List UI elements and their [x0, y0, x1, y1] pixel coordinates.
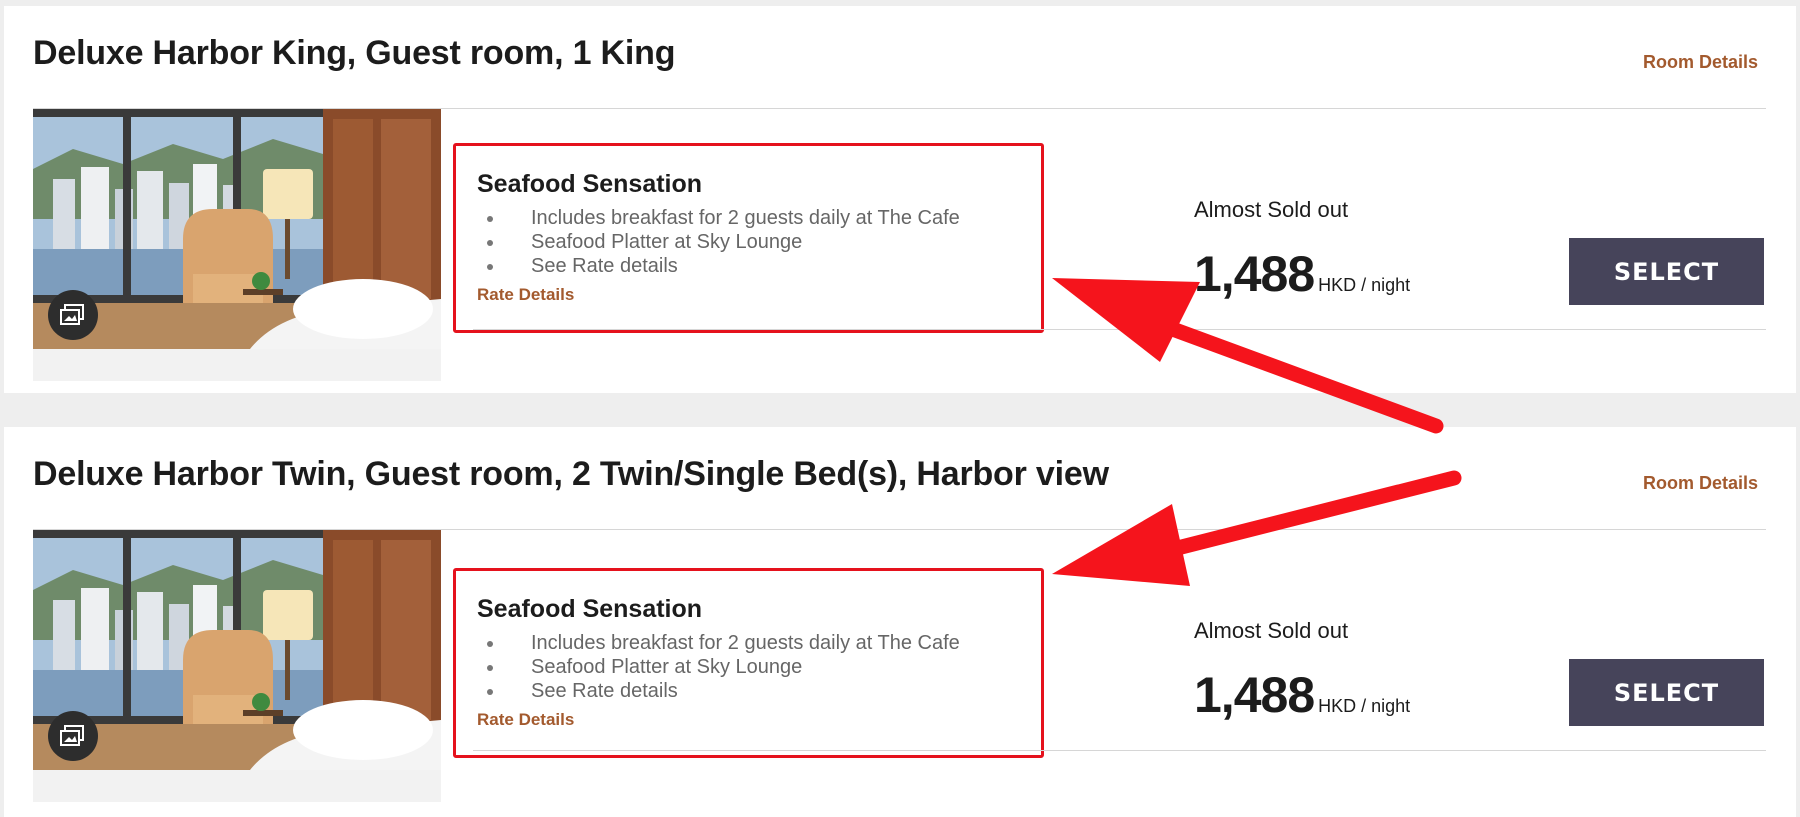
rate-option: Seafood Sensation Includes breakfast for…: [453, 568, 1044, 758]
price-amount: 1,488: [1194, 667, 1315, 723]
list-item: Seafood Platter at Sky Lounge: [477, 230, 960, 254]
room-photo[interactable]: [33, 109, 441, 381]
list-item: Seafood Platter at Sky Lounge: [477, 655, 960, 679]
list-item: See Rate details: [477, 254, 960, 278]
price: 1,488 HKD / night: [1194, 245, 1410, 303]
rate-name: Seafood Sensation: [477, 595, 703, 623]
price-amount: 1,488: [1194, 246, 1315, 302]
price-unit: HKD / night: [1318, 696, 1411, 716]
rate-details-link[interactable]: Rate Details: [477, 710, 574, 730]
rate-feature: Seafood Platter at Sky Lounge: [531, 656, 803, 678]
availability-status: Almost Sold out: [1194, 197, 1349, 222]
gallery-icon: [60, 725, 84, 746]
room-card: Deluxe Harbor Twin, Guest room, 2 Twin/S…: [4, 427, 1796, 817]
rate-feature: Includes breakfast for 2 guests daily at…: [531, 207, 960, 229]
list-item: See Rate details: [477, 679, 960, 703]
room-title: Deluxe Harbor Twin, Guest room, 2 Twin/S…: [33, 455, 1109, 493]
room-title: Deluxe Harbor King, Guest room, 1 King: [33, 34, 676, 72]
price-unit: HKD / night: [1318, 275, 1411, 295]
room-photo[interactable]: [33, 530, 441, 802]
price: 1,488 HKD / night: [1194, 666, 1410, 724]
rate-feature: See Rate details: [531, 680, 678, 702]
rate-option: Seafood Sensation Includes breakfast for…: [453, 143, 1044, 333]
bullet-icon: [487, 264, 493, 270]
bullet-icon: [487, 216, 493, 222]
bullet-icon: [487, 240, 493, 246]
rate-feature: Seafood Platter at Sky Lounge: [531, 231, 803, 253]
rate-feature: Includes breakfast for 2 guests daily at…: [531, 632, 960, 654]
bullet-icon: [487, 665, 493, 671]
divider: [473, 329, 1766, 330]
room-details-link[interactable]: Room Details: [1643, 52, 1758, 73]
gallery-icon: [60, 304, 84, 325]
rate-name: Seafood Sensation: [477, 170, 703, 198]
bullet-icon: [487, 641, 493, 647]
availability-status: Almost Sold out: [1194, 618, 1349, 643]
room-card: Deluxe Harbor King, Guest room, 1 King R…: [4, 6, 1796, 393]
divider: [473, 750, 1766, 751]
room-details-link[interactable]: Room Details: [1643, 473, 1758, 494]
rate-feature: See Rate details: [531, 255, 678, 277]
list-item: Includes breakfast for 2 guests daily at…: [477, 631, 960, 655]
select-button[interactable]: SELECT: [1569, 659, 1764, 726]
rate-details-link[interactable]: Rate Details: [477, 285, 574, 305]
bullet-icon: [487, 689, 493, 695]
gallery-button[interactable]: [48, 290, 98, 340]
rate-features: Includes breakfast for 2 guests daily at…: [477, 206, 960, 278]
list-item: Includes breakfast for 2 guests daily at…: [477, 206, 960, 230]
gallery-button[interactable]: [48, 711, 98, 761]
rate-features: Includes breakfast for 2 guests daily at…: [477, 631, 960, 703]
select-button[interactable]: SELECT: [1569, 238, 1764, 305]
